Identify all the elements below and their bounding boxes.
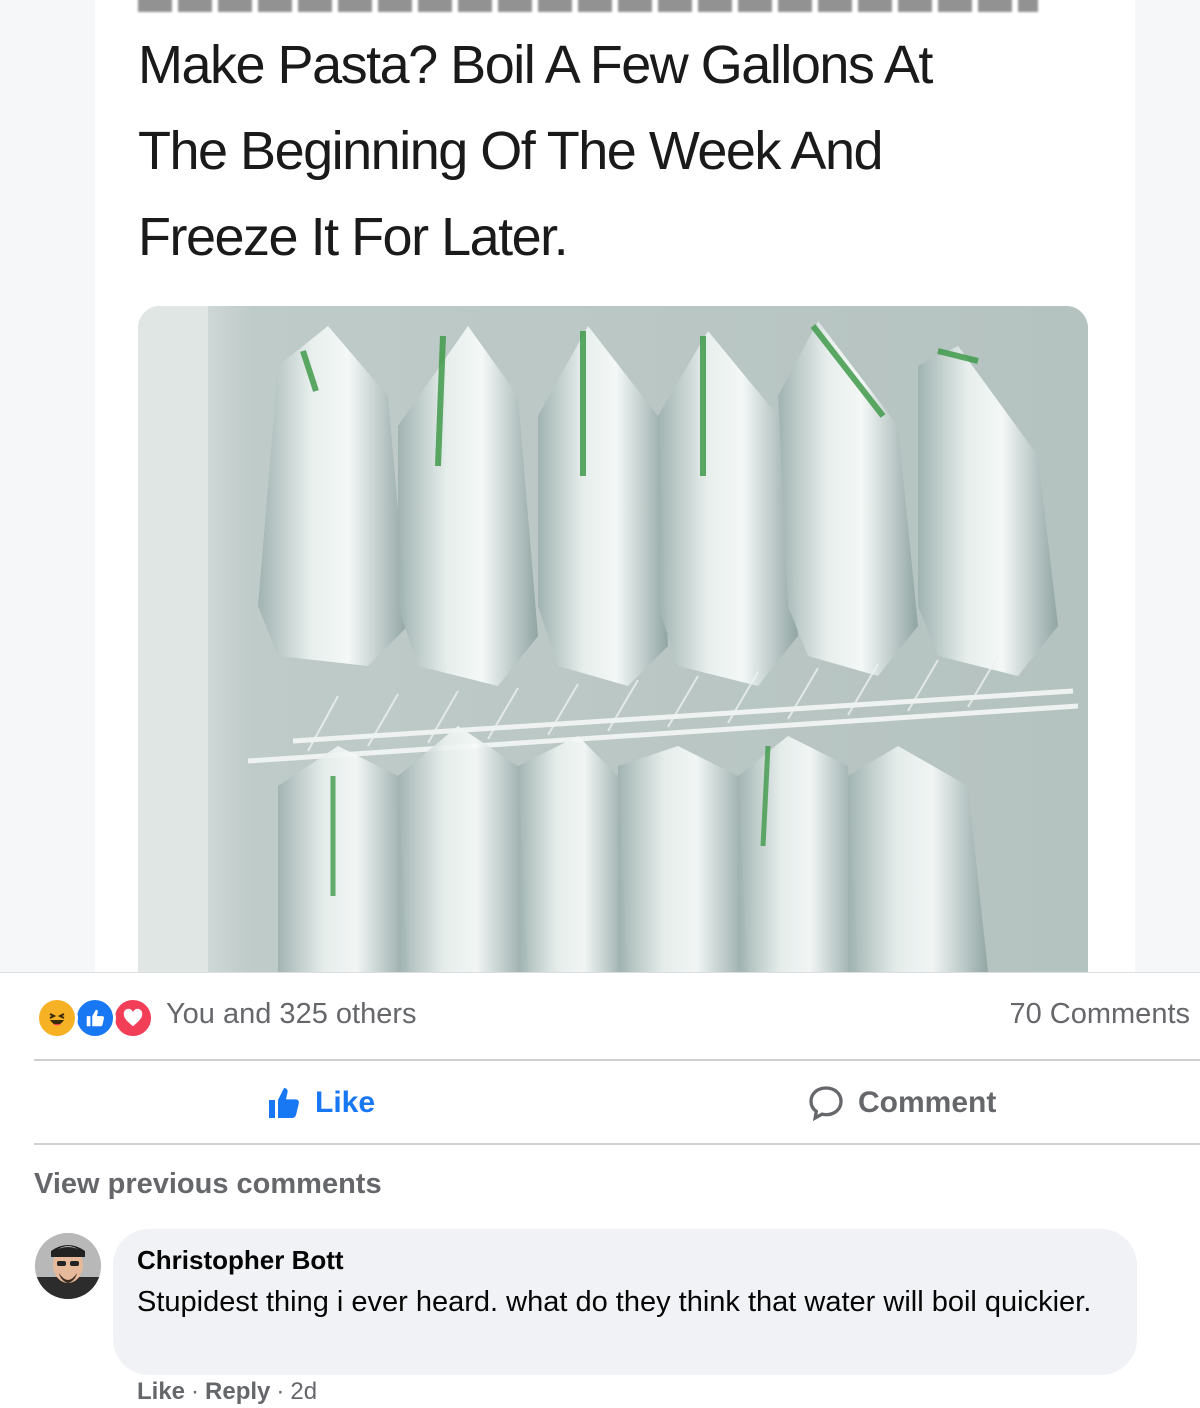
speech-bubble-icon [809,1086,843,1122]
meme-photo[interactable] [138,306,1088,972]
comments-count[interactable]: 70 Comments [1009,998,1190,1031]
actions-top-divider [34,1059,1200,1061]
reaction-icons[interactable] [36,997,156,1039]
view-previous-comments-link[interactable]: View previous comments [34,1168,382,1201]
avatar[interactable] [35,1233,101,1299]
love-icon [112,997,154,1039]
thumbs-up-icon [269,1088,299,1118]
comment-button[interactable]: Comment [806,1080,996,1126]
haha-icon [36,997,78,1039]
thumbs-up-icon [86,1009,105,1027]
heart-icon [123,1008,143,1027]
meme-title-line: Freeze It For Later. [138,207,569,267]
like-icon [74,997,116,1039]
comment-timestamp[interactable]: 2d [290,1378,317,1405]
comment-button-label: Comment [858,1086,997,1119]
comment-reply-link[interactable]: Reply [205,1378,270,1405]
meme-title-line: Make Pasta? Boil A Few Gallons At [138,35,933,95]
meme-title: Make Pasta? Boil A Few Gallons At The Be… [138,22,1038,280]
like-button-label: Like [315,1086,376,1119]
separator-dot: · [191,1378,200,1405]
frozen-water-bags-illustration [138,306,1088,972]
meme-title-line: The Beginning Of The Week And [138,121,884,181]
comment-like-link[interactable]: Like [137,1378,185,1405]
shared-post: Make Pasta? Boil A Few Gallons At The Be… [0,0,1200,972]
reactions-top-border [0,972,1200,973]
comment-author-link[interactable]: Christopher Bott [137,1245,344,1276]
actions-bottom-divider [34,1143,1200,1145]
like-button[interactable]: Like [265,1080,375,1126]
comment-actions: Like · Reply · 2d [137,1378,317,1406]
separator-dot: · [276,1378,285,1405]
haha-face-icon [44,1005,70,1031]
cropped-text-line [138,0,1038,12]
reaction-summary[interactable]: You and 325 others [166,998,416,1031]
user-avatar-icon [35,1233,101,1299]
comment-text: Stupidest thing i ever heard. what do th… [137,1286,1092,1318]
